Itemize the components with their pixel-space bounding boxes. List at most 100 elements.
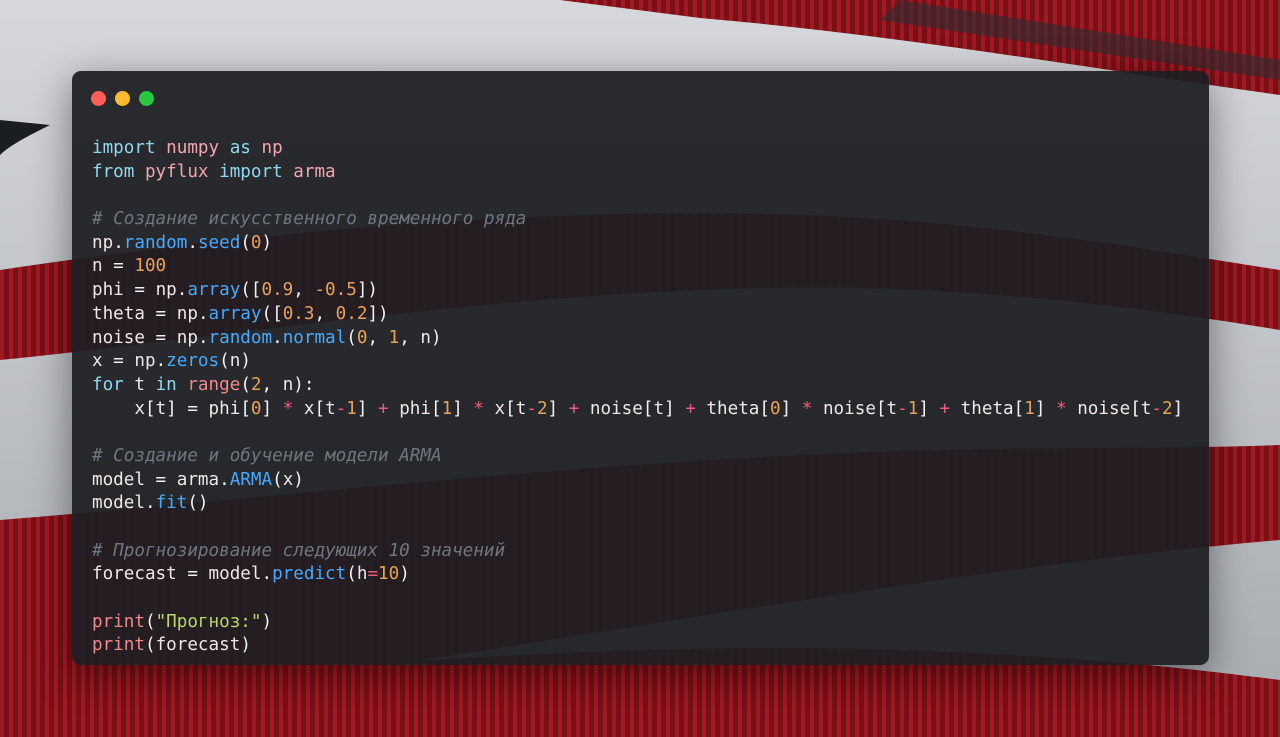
code-token: , (399, 327, 421, 348)
code-token: () (187, 493, 209, 514)
code-token: t (886, 398, 898, 419)
code-token: phi (92, 280, 124, 301)
code-token: -0.5 (314, 280, 357, 301)
code-token: 1 (1024, 398, 1035, 419)
code-token: ] (166, 398, 177, 419)
code-token: ] (547, 398, 569, 419)
code-token: pyflux (134, 161, 220, 182)
code-token: arma (282, 161, 336, 182)
code-block: import numpy as np from pyflux import arm… (92, 137, 1183, 658)
code-token: array (208, 303, 262, 324)
code-token: seed (197, 232, 241, 253)
code-token: t (155, 398, 167, 419)
code-line: x = np.zeros(n) (92, 350, 1183, 374)
code-token: . (176, 280, 188, 301)
code-token: in (155, 374, 177, 395)
code-token: x (92, 351, 103, 372)
code-token: = (123, 280, 156, 301)
code-line: model.fit() (92, 492, 1183, 516)
code-token: phi (208, 398, 241, 419)
code-token: ( (272, 469, 283, 490)
code-token: np (134, 351, 156, 372)
code-token: ) (261, 232, 273, 253)
code-token: theta (92, 303, 145, 324)
code-token: zeros (166, 351, 220, 372)
code-token: = (144, 469, 177, 490)
code-token: np (92, 232, 114, 253)
code-token: ARMA (229, 469, 273, 490)
code-line: noise = np.random.normal(0, 1, n) (92, 327, 1183, 351)
code-token: forecast (92, 564, 177, 585)
code-token: [ (240, 398, 251, 419)
code-token: 1 (907, 398, 919, 419)
code-token: . (197, 303, 209, 324)
window-controls (91, 91, 154, 106)
code-token: n (92, 256, 103, 277)
code-token: 2 (1161, 398, 1173, 419)
code-token: [ (759, 398, 770, 419)
code-token: 100 (134, 256, 167, 277)
code-token: "Прогноз:" (155, 611, 262, 632)
code-token: ] (664, 398, 686, 419)
code-token: + (939, 398, 951, 419)
code-token: = (176, 398, 209, 419)
code-token: # Прогнозирование следующих 10 значений (92, 540, 506, 561)
code-token: ( (346, 564, 357, 585)
maximize-window-button[interactable] (139, 91, 154, 106)
code-token: t (123, 374, 156, 395)
minimize-window-button[interactable] (115, 91, 130, 106)
code-token: ] (918, 398, 940, 419)
code-token: . (155, 351, 167, 372)
code-token: arma (176, 469, 220, 490)
code-token: ( (240, 232, 251, 253)
code-token: [ (314, 398, 326, 419)
code-line: # Создание искусственного временного ряд… (92, 208, 1183, 232)
code-line: from pyflux import arma (92, 161, 1183, 185)
code-token: noise (579, 398, 643, 419)
code-token: # Создание искусственного временного ряд… (92, 209, 527, 230)
code-token: . (197, 327, 209, 348)
code-token: random (208, 327, 273, 348)
code-token: 0.3 (282, 303, 315, 324)
code-token: 2 (250, 374, 262, 395)
code-token: ) (261, 611, 273, 632)
code-token: ] (1034, 398, 1057, 419)
code-token: phi (388, 398, 431, 419)
code-token: ( (219, 351, 230, 372)
code-line: model = arma.ARMA(x) (92, 469, 1183, 493)
code-token: normal (282, 327, 347, 348)
code-token: noise (92, 327, 145, 348)
code-token: * (282, 398, 294, 419)
code-token: for (92, 374, 124, 395)
code-token: ( (346, 327, 357, 348)
code-token: t (325, 398, 336, 419)
code-token: . (144, 493, 156, 514)
code-token: print (92, 635, 145, 656)
code-token: - (335, 398, 347, 419)
code-token: 0 (250, 398, 262, 419)
code-token: . (219, 469, 230, 490)
code-token: . (272, 327, 283, 348)
code-token: + (378, 398, 389, 419)
close-window-button[interactable] (91, 91, 106, 106)
code-token: = (102, 351, 135, 372)
code-token: n (282, 374, 294, 395)
code-token: theta (950, 398, 1014, 419)
code-token: fit (155, 493, 188, 514)
code-token: . (187, 232, 198, 253)
code-token: [ (144, 398, 156, 419)
code-token: [ (505, 398, 516, 419)
code-token: print (92, 611, 145, 632)
code-token: - (897, 398, 908, 419)
code-token: ] (1172, 398, 1184, 419)
code-token: [ (875, 398, 887, 419)
code-token: ( (144, 611, 156, 632)
code-token: ([ (240, 280, 262, 301)
code-token: noise (1066, 398, 1131, 419)
code-token: t (515, 398, 527, 419)
code-token: import (219, 161, 283, 182)
code-token: [ (642, 398, 654, 419)
code-line: print("Прогноз:") (92, 611, 1183, 635)
code-token: . (261, 564, 273, 585)
